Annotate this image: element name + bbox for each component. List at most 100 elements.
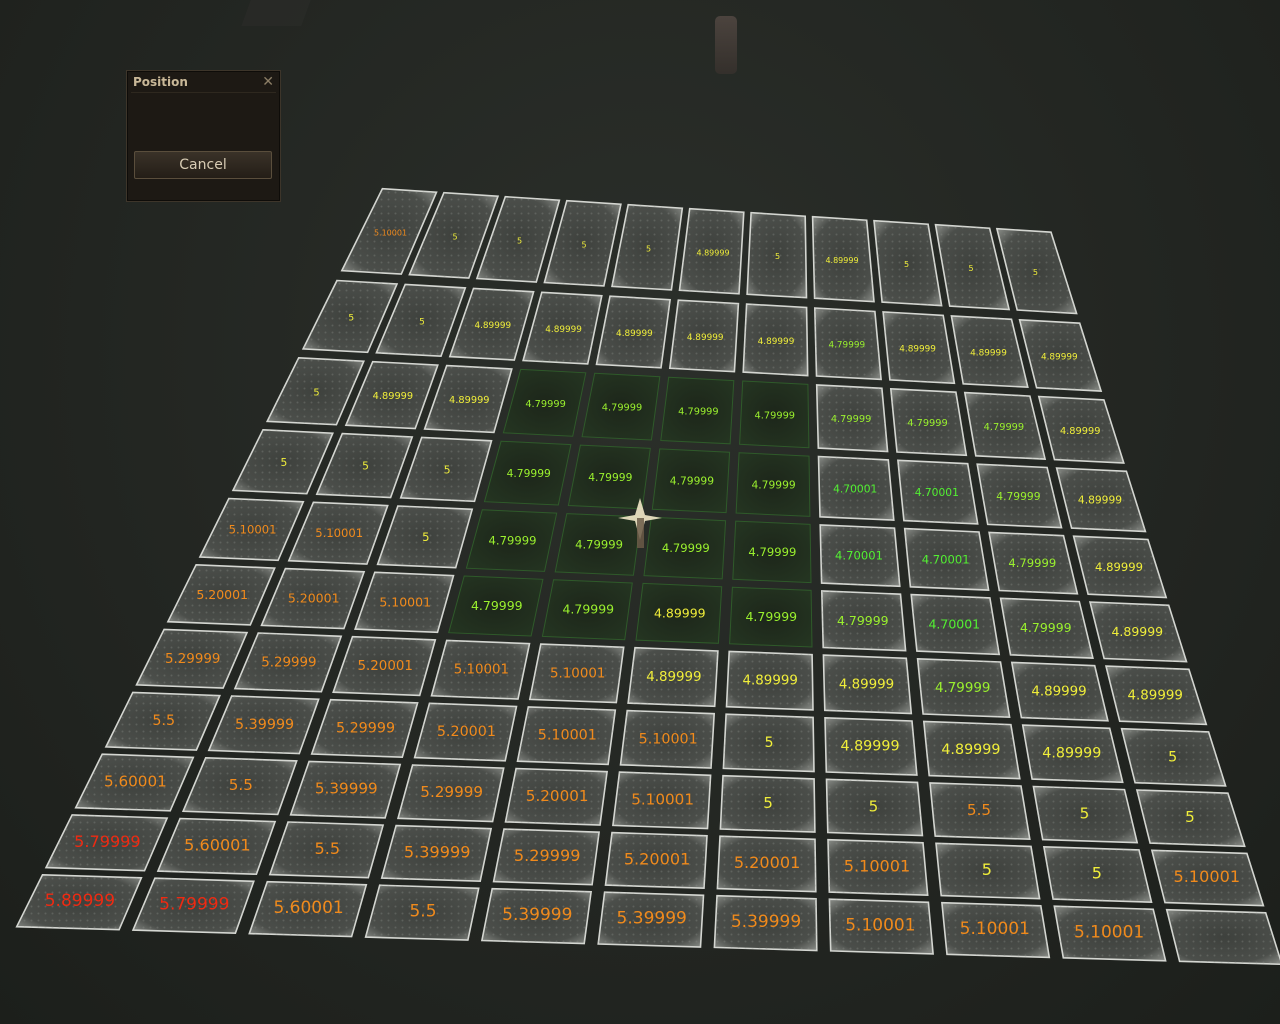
terrain-tile[interactable]: 4.89999 (595, 295, 672, 369)
terrain-tile[interactable]: 5.29999 (233, 632, 343, 693)
terrain-tile[interactable]: 5.10001 (430, 639, 531, 700)
terrain-tile[interactable]: 4.79999 (502, 368, 587, 437)
terrain-tile[interactable]: 5.20001 (716, 835, 817, 893)
terrain-tile[interactable]: 4.79999 (735, 452, 811, 517)
terrain-tile[interactable]: 4.89999 (950, 315, 1029, 389)
terrain-tile[interactable]: 5 (935, 842, 1041, 900)
terrain-tile[interactable]: 5.39999 (480, 887, 593, 945)
terrain-tile[interactable]: 5.10001 (611, 771, 712, 830)
terrain-tile[interactable]: 5 (1042, 845, 1153, 904)
terrain-tile[interactable]: 4.89999 (1072, 535, 1168, 599)
terrain-tile[interactable]: 4.89999 (811, 215, 875, 303)
terrain-tile[interactable]: 5.10001 (528, 643, 625, 704)
terrain-tile[interactable]: 4.89999 (1037, 395, 1125, 464)
terrain-tile[interactable]: 4.89999 (922, 720, 1021, 780)
terrain-tile[interactable]: 5.20001 (166, 563, 276, 626)
terrain-tile[interactable]: 5 (376, 505, 474, 569)
terrain-tile[interactable]: 5.10001 (828, 898, 934, 955)
terrain-tile[interactable]: 5.39999 (289, 760, 402, 819)
terrain-tile[interactable]: 4.89999 (668, 299, 740, 373)
terrain-tile[interactable]: 4.89999 (1021, 724, 1124, 784)
terrain-tile[interactable]: 4.79999 (660, 376, 735, 445)
terrain-tile[interactable]: 4.79999 (541, 579, 633, 641)
terrain-tile[interactable]: 4.79999 (916, 657, 1011, 719)
terrain-tile[interactable]: 5 (719, 774, 816, 833)
terrain-tile[interactable]: 5.60001 (156, 817, 277, 876)
terrain-tile[interactable] (1165, 908, 1280, 966)
terrain-tile[interactable]: 4.79999 (739, 380, 810, 449)
terrain-tile[interactable]: 5 (1032, 785, 1139, 844)
terrain-tile[interactable]: 4.70001 (897, 459, 979, 525)
terrain-tile[interactable]: 5.89999 (15, 873, 143, 931)
terrain-tile[interactable]: 5 (1120, 727, 1227, 787)
terrain-tile[interactable]: 5.79999 (44, 814, 169, 872)
terrain-tile[interactable]: 4.79999 (465, 509, 558, 572)
terrain-tile[interactable]: 4.79999 (999, 597, 1094, 659)
terrain-tile[interactable]: 5.60001 (74, 753, 195, 812)
terrain-tile[interactable]: 4.79999 (820, 590, 907, 652)
terrain-tile[interactable]: 4.89999 (1088, 601, 1188, 663)
terrain-tile[interactable]: 5.10001 (287, 501, 389, 565)
terrain-tile[interactable]: 5.29999 (492, 828, 601, 886)
terrain-tile[interactable]: 5.5 (364, 884, 480, 941)
terrain-tile[interactable]: 4.79999 (889, 387, 968, 457)
terrain-tile[interactable]: 5 (722, 713, 815, 773)
terrain-tile[interactable]: 5.5 (929, 782, 1031, 841)
terrain-tile[interactable]: 4.79999 (988, 531, 1079, 595)
terrain-tile[interactable]: 4.79999 (643, 516, 727, 580)
terrain-tile[interactable]: 5.79999 (131, 877, 255, 935)
terrain-tile[interactable]: 5 (231, 428, 334, 495)
close-icon[interactable]: ✕ (262, 73, 274, 90)
terrain-tile[interactable]: 4.70001 (819, 524, 901, 588)
terrain-tile[interactable]: 5.39999 (207, 695, 320, 755)
terrain-tile[interactable]: 5 (315, 432, 414, 499)
terrain-tile[interactable]: 4.89999 (824, 716, 918, 776)
terrain-tile[interactable]: 5.29999 (135, 628, 249, 689)
terrain-tile[interactable]: 5.10001 (198, 497, 305, 562)
terrain-tile[interactable]: 4.89999 (1104, 665, 1208, 726)
terrain-tile[interactable]: 5.20001 (413, 702, 518, 762)
terrain-tile[interactable]: 4.79999 (567, 444, 651, 510)
terrain-tile[interactable]: 4.89999 (882, 311, 956, 385)
terrain-tile[interactable]: 5 (265, 356, 365, 426)
terrain-tile[interactable]: 5.10001 (827, 838, 929, 897)
terrain-tile[interactable]: 5.20001 (604, 831, 708, 890)
terrain-tile[interactable]: 5 (1135, 789, 1246, 848)
terrain-tile[interactable]: 4.79999 (554, 513, 642, 576)
terrain-tile[interactable]: 4.89999 (725, 650, 814, 711)
terrain-tile[interactable]: 5.5 (268, 821, 385, 879)
terrain-tile[interactable]: 5.5 (104, 691, 221, 751)
terrain-tile[interactable]: 4.79999 (963, 391, 1047, 460)
terrain-tile[interactable]: 5.20001 (260, 567, 366, 630)
terrain-tile[interactable]: 4.89999 (678, 207, 745, 295)
terrain-tile[interactable]: 5.5 (181, 756, 298, 816)
terrain-tile[interactable]: 5.29999 (396, 764, 505, 823)
terrain-tile[interactable]: 5.20001 (504, 767, 609, 826)
terrain-tile[interactable]: 4.79999 (448, 575, 544, 637)
terrain-tile[interactable]: 4.79999 (483, 440, 572, 506)
terrain-tile[interactable]: 4.89999 (635, 582, 723, 644)
terrain-tile[interactable]: 5.60001 (248, 880, 368, 938)
terrain-tile[interactable]: 4.89999 (1055, 467, 1147, 533)
terrain-tile[interactable]: 5.10001 (1150, 849, 1265, 907)
terrain-tile[interactable]: 5 (934, 223, 1011, 311)
terrain-tile[interactable]: 4.79999 (729, 586, 813, 648)
terrain-tile[interactable]: 4.79999 (732, 520, 812, 584)
terrain-tile[interactable]: 4.89999 (742, 303, 809, 377)
terrain-tile[interactable]: 4.89999 (423, 364, 513, 434)
terrain-tile[interactable]: 4.70001 (910, 593, 1001, 656)
terrain-tile[interactable]: 5.10001 (516, 706, 617, 766)
terrain-tile[interactable]: 5.10001 (353, 571, 455, 634)
terrain-tile[interactable]: 4.89999 (1018, 318, 1103, 392)
terrain-tile[interactable]: 5 (611, 203, 684, 291)
terrain-tile[interactable]: 4.79999 (581, 372, 661, 441)
terrain-tile[interactable]: 5 (746, 211, 808, 299)
terrain-tile[interactable]: 4.89999 (822, 654, 913, 715)
terrain-tile[interactable]: 5.10001 (941, 901, 1051, 959)
terrain-tile[interactable]: 5.10001 (619, 709, 716, 769)
terrain-tile[interactable]: 5 (825, 778, 924, 837)
terrain-tile[interactable]: 4.89999 (448, 287, 535, 361)
terrain-tile[interactable]: 5.39999 (597, 891, 705, 948)
cancel-button[interactable]: Cancel (134, 151, 272, 179)
terrain-tile[interactable]: 5.29999 (310, 698, 419, 759)
